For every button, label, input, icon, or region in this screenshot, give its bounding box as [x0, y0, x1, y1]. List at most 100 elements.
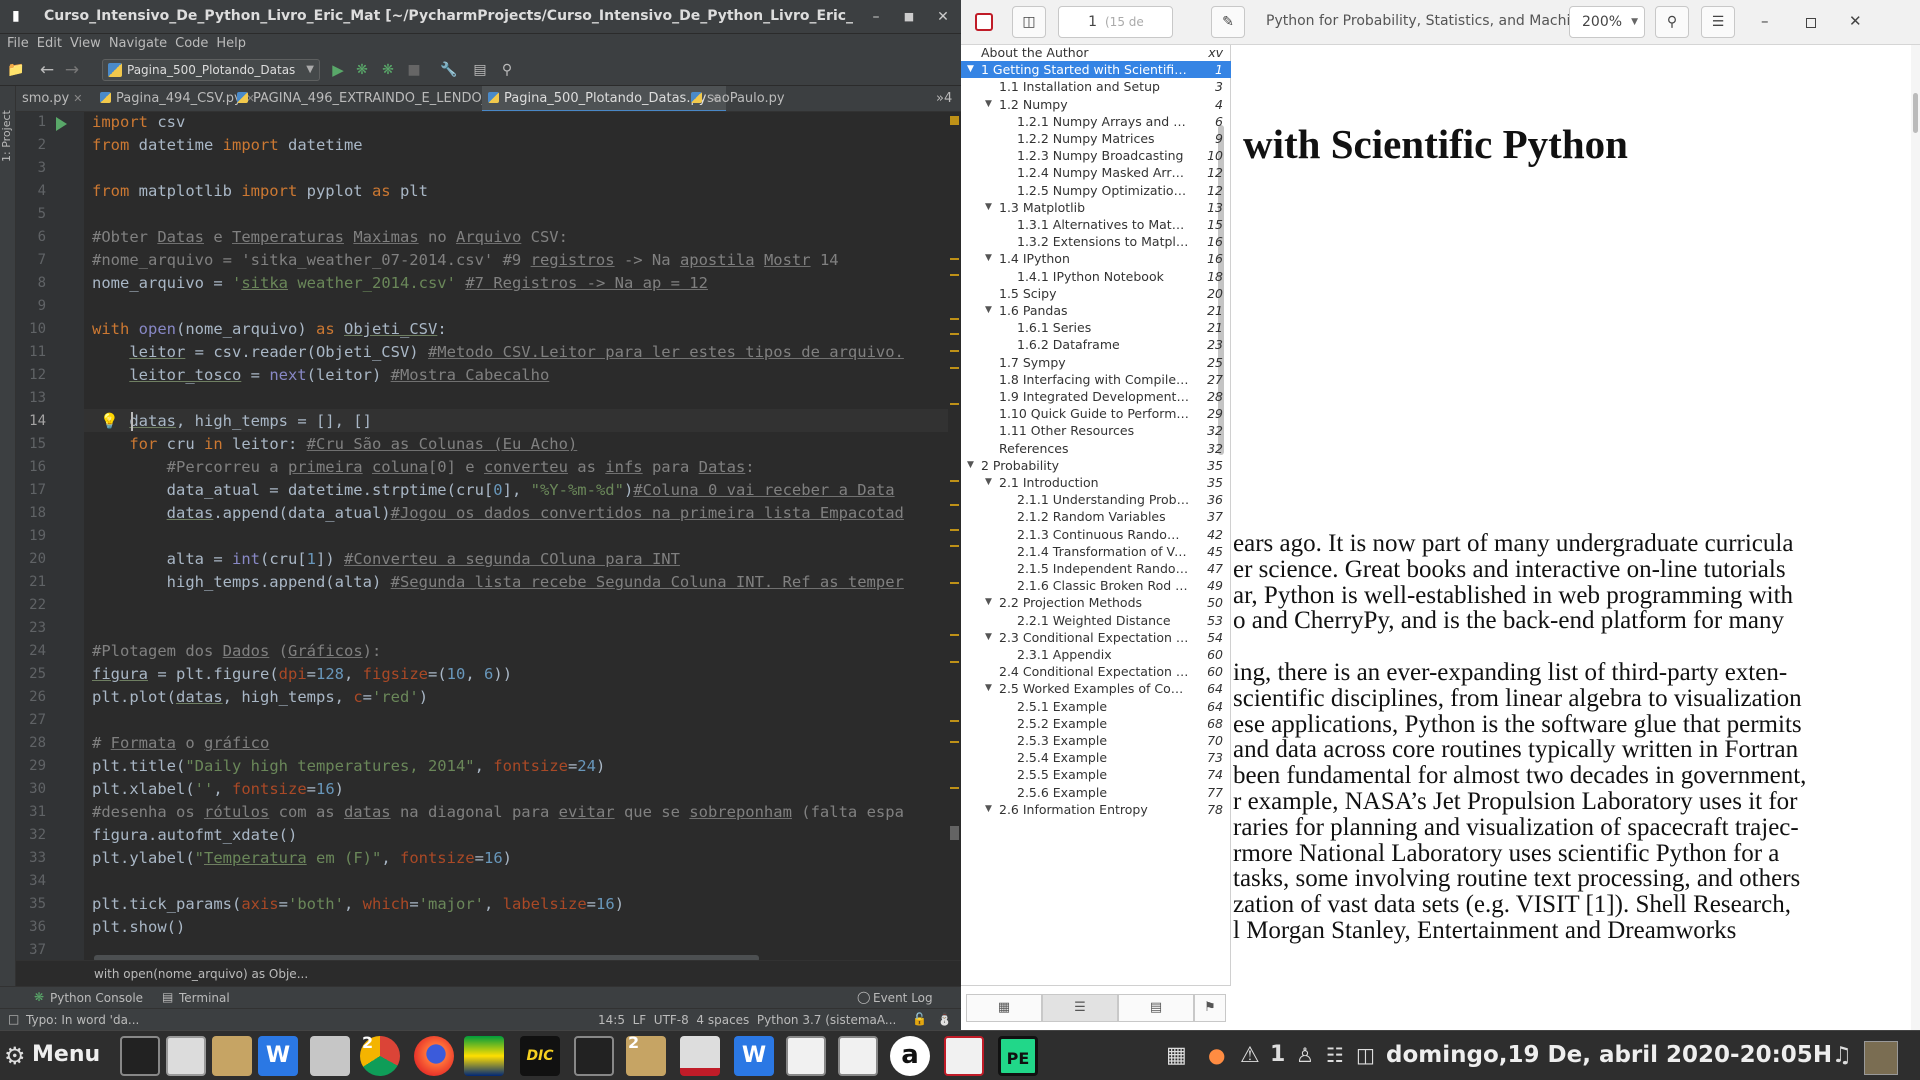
toc-item[interactable]: 2.3.1 Appendix 60	[961, 646, 1231, 663]
firefox-app-icon[interactable]	[414, 1036, 454, 1076]
toc-item[interactable]: 2.1.1 Understanding Probability... 36	[961, 491, 1231, 508]
installer-app-icon[interactable]	[680, 1036, 720, 1076]
toc-item[interactable]: 2.5.2 Example 68	[961, 715, 1231, 732]
toc-item[interactable]: 1.4.1 IPython Notebook 18	[961, 268, 1231, 285]
toc-item[interactable]: 1.2.5 Numpy Optimizations and... 12	[961, 182, 1231, 199]
expander-icon[interactable]: ▼	[985, 96, 992, 113]
annotations-tab[interactable]: ▤	[1118, 994, 1194, 1022]
chrome-app-icon[interactable]: 2	[360, 1033, 400, 1076]
expander-icon[interactable]: ▼	[985, 680, 992, 697]
toc-item[interactable]: 1.6.2 Dataframe 23	[961, 336, 1231, 353]
notification-count[interactable]: 1	[1270, 1042, 1285, 1067]
text-editor-app-icon[interactable]	[786, 1036, 826, 1076]
expander-icon[interactable]: ▼	[985, 199, 992, 216]
toc-item[interactable]: 2.1.6 Classic Broken Rod Example 49	[961, 577, 1231, 594]
toc-item[interactable]: 2.5.6 Example 77	[961, 784, 1231, 801]
toc-item[interactable]: ▼ 2.2 Projection Methods 50	[961, 594, 1231, 611]
toc-item[interactable]: 1.9 Integrated Development Enviro... 28	[961, 388, 1231, 405]
toc-item[interactable]: ▼ 2.3 Conditional Expectation as Proj... 5…	[961, 629, 1231, 646]
toc-item[interactable]: 1.2.2 Numpy Matrices 9	[961, 130, 1231, 147]
project-structure-icon[interactable]: ▤	[470, 60, 490, 80]
settings-wrench-icon[interactable]: 🔧	[439, 60, 459, 80]
toc-item[interactable]: ▼ 1.3 Matplotlib 13	[961, 199, 1231, 216]
open-folder-icon[interactable]: 📁	[6, 60, 26, 80]
tab-saopaulo[interactable]: saoPaulo.py	[685, 86, 791, 111]
inspector-icon[interactable]: ⛄	[937, 1012, 952, 1026]
bookmarks-tab[interactable]: ⚑	[1194, 994, 1226, 1022]
python-console-button[interactable]: Python Console	[50, 991, 143, 1005]
toc-item[interactable]: 1.11 Other Resources 32	[961, 422, 1231, 439]
find-button[interactable]: ⚲	[1655, 6, 1689, 38]
clock[interactable]: domingo,19 De, abril 2020-20:05H	[1386, 1042, 1832, 1068]
menu-navigate[interactable]: Navigate	[105, 34, 171, 54]
menu-button[interactable]: Menu	[32, 1042, 100, 1067]
toc-item[interactable]: 2.4 Conditional Expectation and M... 60	[961, 663, 1231, 680]
scroll-thumb[interactable]	[1913, 93, 1918, 133]
folder-app-icon[interactable]	[212, 1036, 252, 1076]
toc-item[interactable]: 1.5 Scipy 20	[961, 285, 1231, 302]
expander-icon[interactable]: ▼	[985, 801, 992, 818]
debug-icon[interactable]: ❋	[352, 60, 372, 80]
toc-item[interactable]: References 32	[961, 440, 1231, 457]
toc-item[interactable]: 1.3.1 Alternatives to Matplotlib 15	[961, 216, 1231, 233]
update-icon[interactable]: ●	[1208, 1043, 1225, 1067]
menu-help[interactable]: Help	[212, 34, 250, 54]
expander-icon[interactable]: ▼	[985, 302, 992, 319]
toc-item[interactable]: ▼ 2.1 Introduction 35	[961, 474, 1231, 491]
menu-file[interactable]: File	[0, 34, 33, 54]
files-app-icon[interactable]	[310, 1036, 350, 1076]
close-icon[interactable]: ✕	[932, 6, 954, 28]
editor-scroll-thumb[interactable]	[950, 826, 959, 840]
zoom-select[interactable]: 200% ▼	[1569, 6, 1645, 38]
pycharm-titlebar[interactable]: ▮ Curso_Intensivo_De_Python_Livro_Eric_M…	[0, 0, 961, 34]
toc-item[interactable]: 2.1.5 Independent Random Vari... 47	[961, 560, 1231, 577]
toc-item[interactable]: ▼ 1.2 Numpy 4	[961, 96, 1231, 113]
toc-item[interactable]: 2.5.3 Example 70	[961, 732, 1231, 749]
coverage-icon[interactable]: ❋	[378, 60, 398, 80]
project-tool-button[interactable]: 1: Project	[0, 96, 16, 176]
close-icon[interactable]: ✕	[1849, 12, 1862, 30]
minimize-icon[interactable]: –	[865, 6, 887, 28]
breadcrumb-item[interactable]: with open(nome_arquivo) as Obje...	[94, 967, 308, 981]
maximize-icon[interactable]	[1806, 18, 1816, 28]
dictionary-app-icon[interactable]: DIC	[520, 1036, 560, 1076]
status-square-icon[interactable]: □	[8, 1012, 19, 1026]
toc-item[interactable]: 2.5.1 Example 64	[961, 698, 1231, 715]
toc-item[interactable]: 1.2.4 Numpy Masked Arrays 12	[961, 164, 1231, 181]
network-icon[interactable]: ☷	[1326, 1043, 1344, 1067]
run-configuration-select[interactable]: Pagina_500_Plotando_Datas ▼	[102, 59, 320, 81]
text-editor-app-icon-2[interactable]	[838, 1036, 878, 1076]
toc-item[interactable]: About the Author xv	[961, 44, 1231, 61]
toc-item[interactable]: 1.7 Sympy 25	[961, 354, 1231, 371]
expander-icon[interactable]: ▼	[985, 594, 992, 611]
alert-icon[interactable]: ⚠	[1240, 1043, 1260, 1068]
gear-icon[interactable]: ⚙	[4, 1042, 26, 1070]
back-arrow-icon[interactable]: ←	[37, 60, 57, 80]
terminal-button[interactable]: Terminal	[179, 991, 230, 1005]
menu-edit[interactable]: Edit	[33, 34, 66, 54]
files-group-icon[interactable]: 2	[626, 1033, 666, 1076]
audacity-app-icon[interactable]: a3	[890, 1036, 930, 1076]
expander-icon[interactable]: ▼	[985, 474, 992, 491]
window-menu-icon[interactable]: ▮	[12, 8, 20, 24]
show-desktop-icon[interactable]	[1864, 1041, 1898, 1075]
event-log-button[interactable]: Event Log	[873, 991, 933, 1005]
run-gutter-icon[interactable]	[56, 117, 67, 131]
toc-item[interactable]: 2.1.4 Transformation of Variable... 45	[961, 543, 1231, 560]
toc-item[interactable]: 1.1 Installation and Setup 3	[961, 78, 1231, 95]
search-icon[interactable]: ⚲	[497, 60, 517, 80]
toc-item[interactable]: 2.1.2 Random Variables 37	[961, 508, 1231, 525]
pycharm-app-icon[interactable]: PE	[998, 1036, 1038, 1076]
calculator-app-icon[interactable]	[166, 1036, 206, 1076]
status-info[interactable]: 14:5 LF UTF-8 4 spaces Python 3.7 (siste…	[598, 1013, 896, 1027]
tab-smo[interactable]: smo.py ✕	[16, 86, 88, 111]
inspection-status-icon[interactable]	[950, 116, 959, 125]
toc-item[interactable]: ▼ 2.6 Information Entropy 78	[961, 801, 1231, 818]
more-tabs-button[interactable]: »4	[934, 86, 954, 111]
expander-icon[interactable]: ▼	[985, 250, 992, 267]
expander-icon[interactable]: ▼	[985, 629, 992, 646]
maximize-icon[interactable]: ■	[898, 6, 920, 28]
terminal-app-icon[interactable]	[120, 1036, 160, 1076]
toc-item[interactable]: ▼ 2.5 Worked Examples of Conditiona... 64	[961, 680, 1231, 697]
battery-icon[interactable]: ◫	[1356, 1043, 1375, 1067]
